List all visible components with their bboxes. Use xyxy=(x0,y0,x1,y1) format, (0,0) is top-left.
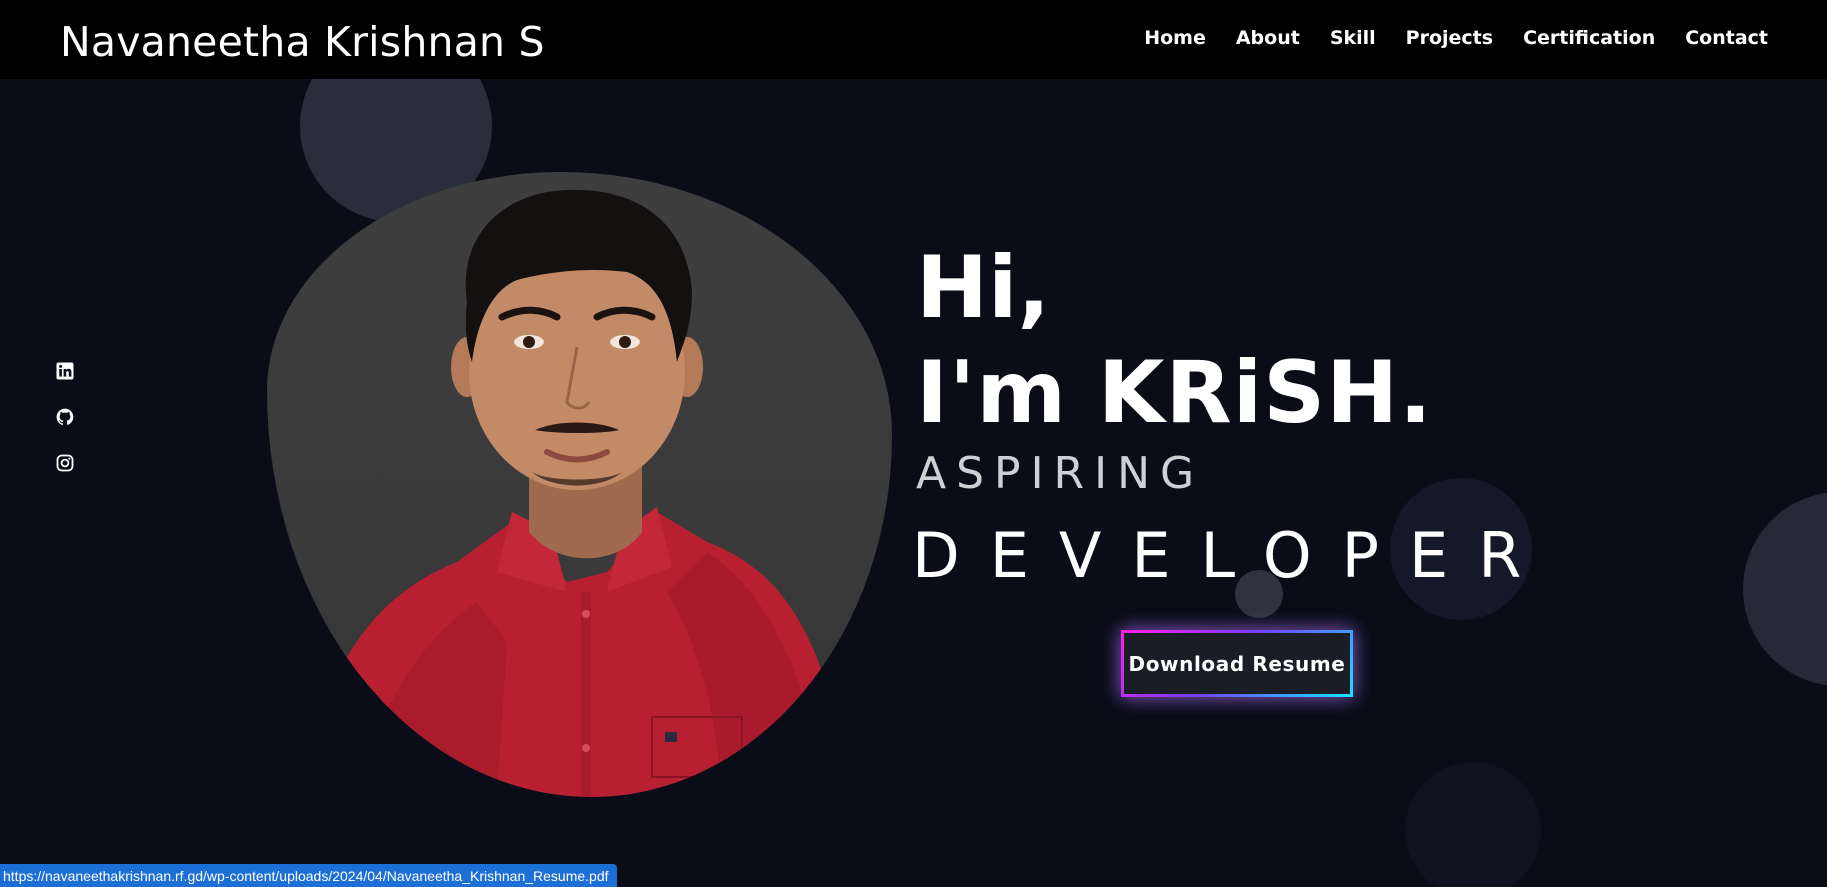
nav-about[interactable]: About xyxy=(1236,27,1300,49)
hero-greeting: Hi, xyxy=(916,238,1051,338)
linkedin-icon[interactable] xyxy=(56,362,74,380)
github-icon[interactable] xyxy=(56,408,74,426)
nav-contact[interactable]: Contact xyxy=(1685,27,1768,49)
download-resume-button[interactable]: Download Resume xyxy=(1121,630,1353,697)
main-nav: Home About Skill Projects Certification … xyxy=(1144,27,1768,49)
nav-certification[interactable]: Certification xyxy=(1523,27,1655,49)
nav-skill[interactable]: Skill xyxy=(1330,27,1376,49)
nav-home[interactable]: Home xyxy=(1144,27,1206,49)
site-brand[interactable]: Navaneetha Krishnan S xyxy=(60,18,545,66)
social-links xyxy=(56,362,74,472)
page: Navaneetha Krishnan S Home About Skill P… xyxy=(0,0,1827,887)
hero-name: I'm KRiSH. xyxy=(916,343,1433,443)
header: Navaneetha Krishnan S Home About Skill P… xyxy=(0,0,1827,79)
profile-photo xyxy=(267,172,892,797)
link-status-bar: https://navaneethakrishnan.rf.gd/wp-cont… xyxy=(0,864,617,887)
hero-subtitle-developer: DEVELOPER xyxy=(912,519,1552,592)
decorative-bubble xyxy=(1405,762,1541,887)
nav-projects[interactable]: Projects xyxy=(1406,27,1493,49)
hero-subtitle-aspiring: ASPIRING xyxy=(916,448,1205,499)
decorative-bubble xyxy=(1743,492,1827,686)
instagram-icon[interactable] xyxy=(56,454,74,472)
